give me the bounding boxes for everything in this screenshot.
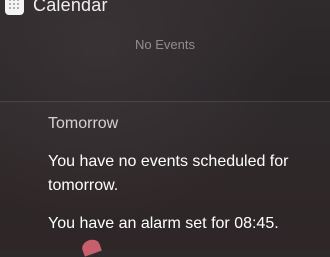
alarm-summary-text: You have an alarm set for 08:45.	[48, 215, 279, 232]
no-events-label: No Events	[135, 37, 195, 52]
tomorrow-summary-text: You have no events scheduled for tomorro…	[48, 153, 289, 194]
calendar-widget-title: Calendar	[33, 0, 108, 15]
calendar-widget-header[interactable]: Calendar	[0, 0, 330, 20]
calendar-app-icon	[5, 0, 24, 15]
tomorrow-heading: Tomorrow	[48, 115, 119, 132]
